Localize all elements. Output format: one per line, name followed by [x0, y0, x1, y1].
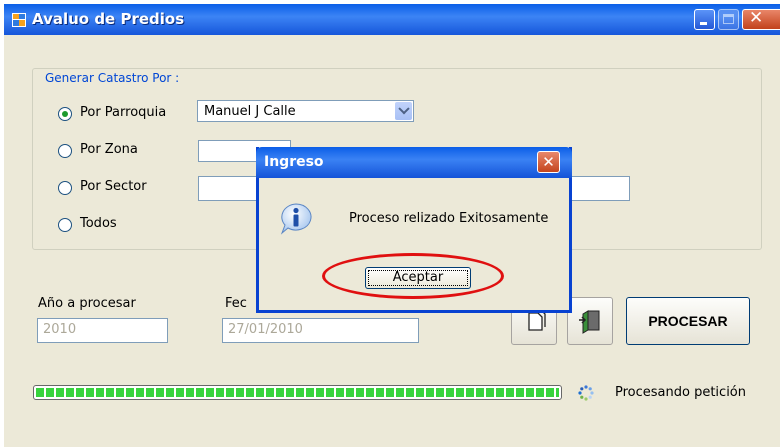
maximize-button[interactable]	[718, 9, 739, 30]
dialog-message: Proceso relizado Exitosamente	[349, 211, 549, 226]
close-icon: ✕	[542, 153, 555, 171]
anio-label: Año a procesar	[38, 296, 136, 311]
exit-door-icon	[579, 310, 600, 334]
parroquia-select-value: Manuel J Calle	[204, 104, 296, 119]
radio-por-sector[interactable]	[58, 181, 72, 195]
info-icon	[280, 203, 312, 235]
minimize-button[interactable]	[694, 9, 715, 30]
radio-todos[interactable]	[58, 218, 72, 232]
sector-input[interactable]	[198, 176, 258, 201]
progress-fill	[36, 388, 559, 397]
anio-input[interactable]: 2010	[37, 318, 168, 343]
dialog-title: Ingreso	[264, 154, 324, 170]
loading-spinner-icon	[578, 385, 594, 401]
radio-label-parroquia: Por Parroquia	[80, 105, 167, 120]
radio-label-zona: Por Zona	[80, 142, 138, 157]
status-text: Procesando petición	[615, 385, 746, 400]
radio-label-sector: Por Sector	[80, 179, 147, 194]
chevron-down-icon[interactable]	[395, 102, 412, 120]
procesar-button[interactable]: PROCESAR	[626, 297, 750, 345]
window-title: Avaluo de Predios	[32, 10, 185, 28]
title-bar[interactable]: Avaluo de Predios ✕	[4, 4, 780, 35]
ingreso-dialog: Ingreso ✕ Proceso relizado Exitosamente …	[256, 147, 572, 313]
radio-por-zona[interactable]	[58, 144, 72, 158]
radio-por-parroquia[interactable]	[58, 107, 72, 121]
close-button[interactable]: ✕	[742, 8, 780, 30]
group-legend: Generar Catastro Por :	[42, 71, 183, 85]
dialog-title-bar[interactable]: Ingreso ✕	[256, 147, 572, 178]
sector-input-secondary[interactable]	[570, 176, 630, 201]
radio-label-todos: Todos	[80, 216, 117, 231]
progress-bar	[33, 385, 562, 400]
aceptar-button[interactable]: Aceptar	[365, 267, 471, 289]
parroquia-select[interactable]: Manuel J Calle	[197, 100, 414, 122]
app-form-icon	[12, 13, 26, 27]
fecha-input[interactable]: 27/01/2010	[222, 318, 419, 343]
exit-button[interactable]	[567, 297, 613, 345]
dialog-close-button[interactable]: ✕	[537, 151, 560, 173]
close-icon: ✕	[749, 8, 764, 28]
fecha-label: Fec	[225, 296, 247, 311]
